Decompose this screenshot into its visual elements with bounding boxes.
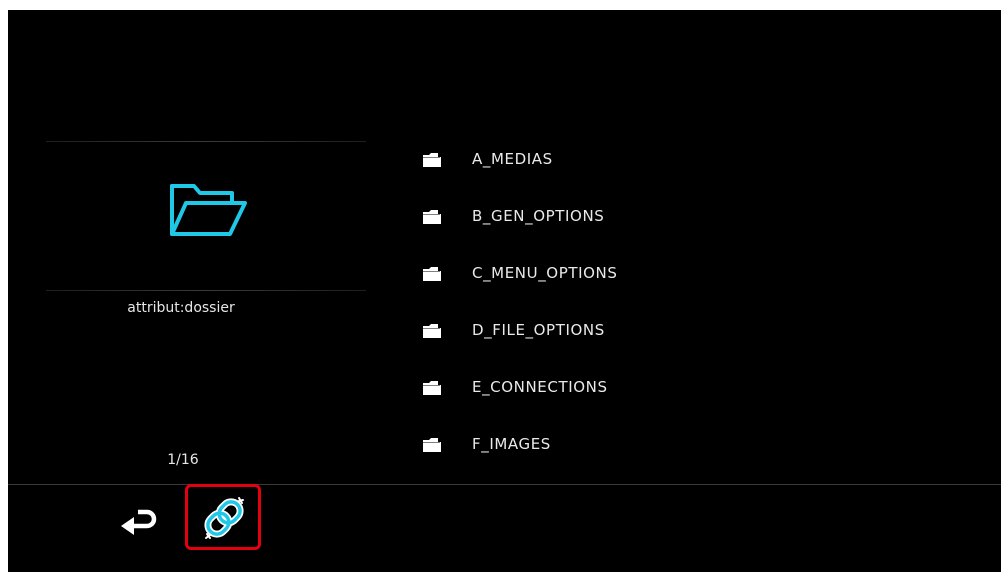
media-browser-screen: attribut:dossier 1/16 A_MEDIAS B_GEN_OPT… (8, 10, 1001, 572)
list-item-label: C_MENU_OPTIONS (472, 264, 618, 282)
list-item-e-connections[interactable]: E_CONNECTIONS (416, 370, 916, 427)
folder-icon (423, 438, 441, 452)
folder-icon (423, 267, 441, 281)
link-button[interactable] (185, 484, 261, 550)
list-item-label: E_CONNECTIONS (472, 378, 608, 396)
list-item-a-medias[interactable]: A_MEDIAS (416, 142, 916, 199)
list-item-b-gen-options[interactable]: B_GEN_OPTIONS (416, 199, 916, 256)
folder-icon (423, 153, 441, 167)
panel-divider-middle (46, 290, 366, 291)
link-chain-icon (204, 497, 244, 539)
folder-icon (423, 381, 441, 395)
list-item-d-file-options[interactable]: D_FILE_OPTIONS (416, 313, 916, 370)
list-item-label: A_MEDIAS (472, 150, 553, 168)
list-item-c-menu-options[interactable]: C_MENU_OPTIONS (416, 256, 916, 313)
back-arrow-icon (121, 509, 157, 535)
list-item-label: B_GEN_OPTIONS (472, 207, 605, 225)
folder-icon (423, 324, 441, 338)
back-button[interactable] (118, 507, 158, 541)
folder-open-icon (170, 184, 247, 236)
list-item-f-images[interactable]: F_IMAGES (416, 427, 916, 484)
page-counter: 1/16 (167, 452, 199, 468)
file-list: A_MEDIAS B_GEN_OPTIONS C_MENU_OPTIONS D_… (416, 142, 916, 484)
attribute-label: attribut:dossier (127, 300, 235, 316)
folder-icon (423, 210, 441, 224)
bottom-bar-divider (8, 484, 1001, 485)
list-item-label: F_IMAGES (472, 435, 551, 453)
panel-divider-top (46, 141, 366, 142)
list-item-label: D_FILE_OPTIONS (472, 321, 605, 339)
